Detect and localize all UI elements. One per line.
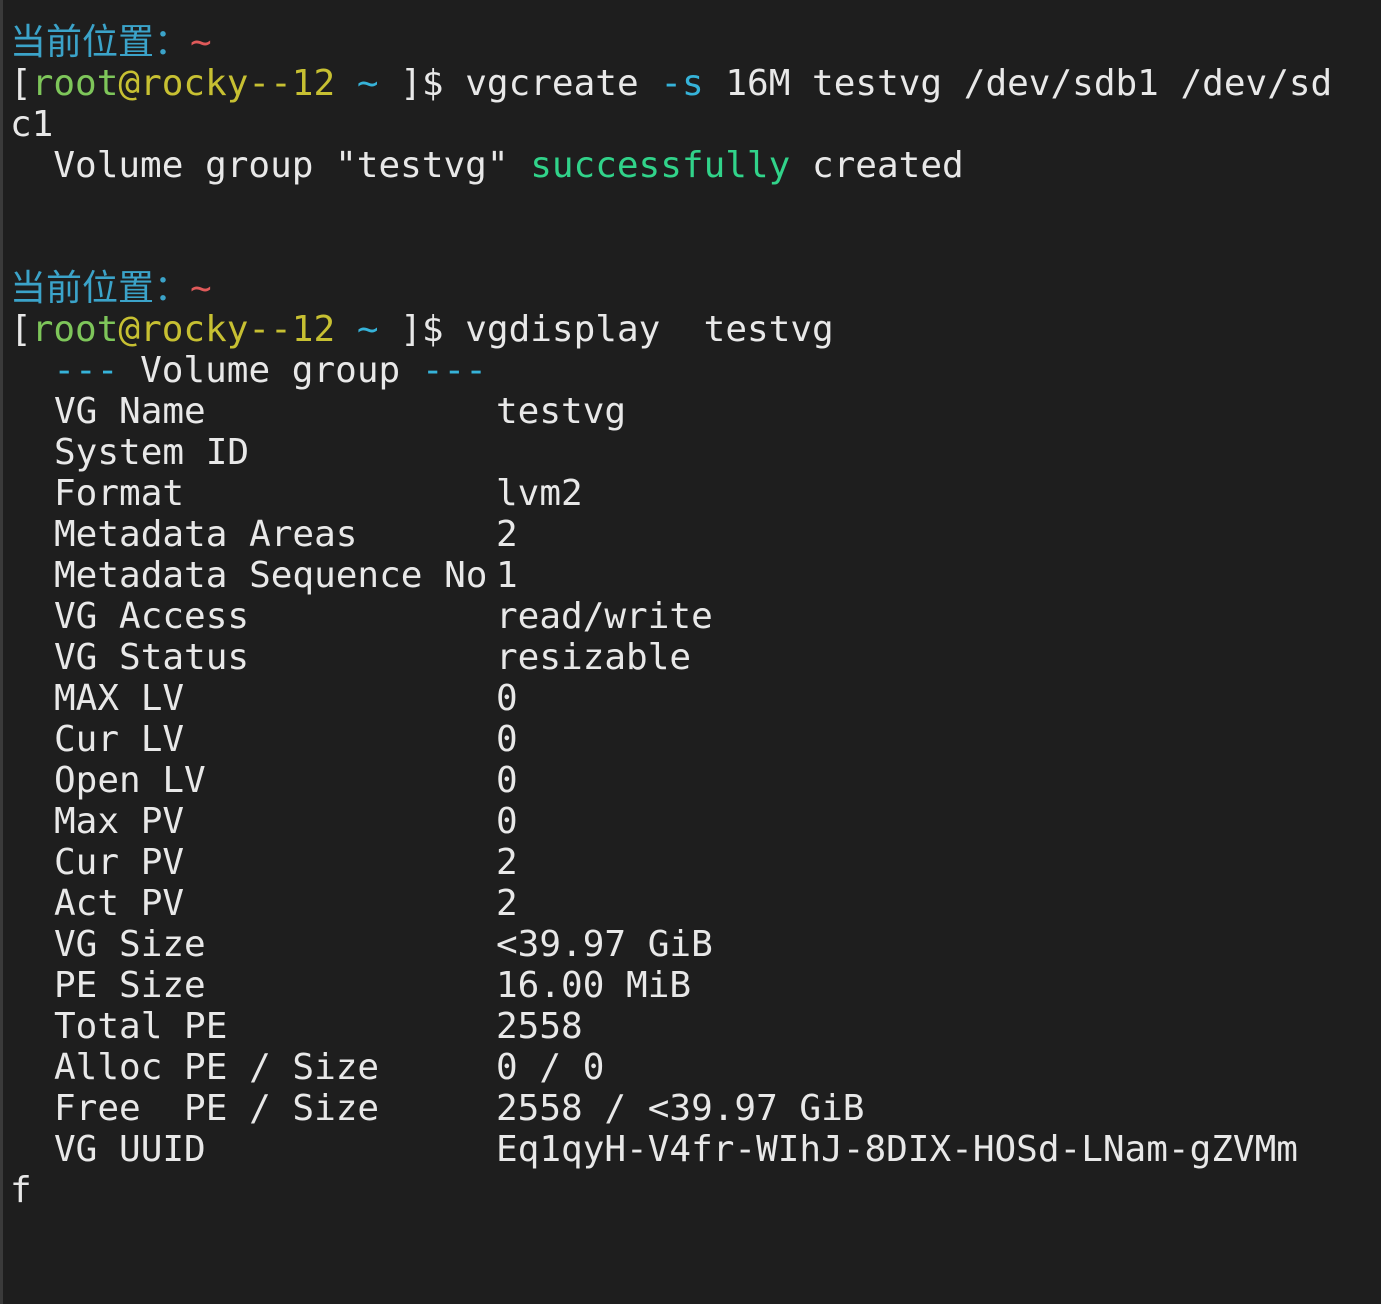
command-line-vgcreate: [root@rocky--12 ~ ]$ vgcreate -s 16M tes…: [10, 63, 1370, 104]
vg-row: Total PE 2558: [10, 1006, 1370, 1047]
vg-header-dashes-right: ---: [421, 350, 487, 391]
command-line-vgdisplay: [root@rocky--12 ~ ]$ vgdisplay testvg: [10, 309, 1370, 350]
vg-row-value: read/write: [496, 596, 713, 637]
vg-table: VG Name testvg System ID Format lvm2 Metad…: [10, 391, 1370, 1170]
vg-row-value: resizable: [496, 637, 692, 678]
vg-row-key: Format: [54, 473, 185, 514]
vg-row: Cur PV 2: [10, 842, 1370, 883]
vg-row-value: 2558: [496, 1006, 583, 1047]
prompt-bracket-open: [: [10, 63, 32, 104]
vg-row-key: System ID: [54, 432, 250, 473]
vg-row-value: Eq1qyH-V4fr-WIhJ-8DIX-HOSd-LNam-gZVMm: [496, 1129, 1298, 1170]
vg-row: PE Size 16.00 MiB: [10, 965, 1370, 1006]
vg-row-value: 2: [496, 883, 518, 924]
vg-row-key: Act PV: [54, 883, 185, 924]
vg-row-key: Alloc PE / Size: [54, 1047, 380, 1088]
vg-row-key: Metadata Sequence No: [54, 555, 488, 596]
location-value: ~: [190, 268, 212, 309]
vg-row-key: Metadata Areas: [54, 514, 358, 555]
vg-row-key: VG Access: [54, 596, 250, 637]
vg-header: --- Volume group ---: [10, 350, 1370, 391]
vg-row-value: testvg: [496, 391, 627, 432]
vg-row-value: 0: [496, 801, 518, 842]
command-name: vgdisplay: [465, 309, 661, 350]
output-success: successfully: [530, 145, 791, 186]
prompt-host: @rocky--12: [118, 309, 336, 350]
vg-row: VG Access read/write: [10, 596, 1370, 637]
vg-row-value: 0: [496, 760, 518, 801]
prompt-bracket-close: ]$: [378, 63, 444, 104]
vg-row-value: 2558 / <39.97 GiB: [496, 1088, 865, 1129]
window-left-border: [0, 0, 3, 1304]
vg-row: Act PV 2: [10, 883, 1370, 924]
vg-row-key: Max PV: [54, 801, 185, 842]
vg-row: Alloc PE / Size 0 / 0: [10, 1047, 1370, 1088]
vg-row-value: 0 / 0: [496, 1047, 605, 1088]
vg-row: Metadata Sequence No 1: [10, 555, 1370, 596]
prompt-user: root: [31, 309, 119, 350]
vg-header-dashes-left: ---: [53, 350, 119, 391]
vg-row: Metadata Areas 2: [10, 514, 1370, 555]
vg-row-key: VG Name: [54, 391, 206, 432]
vg-row: Cur LV 0: [10, 719, 1370, 760]
vg-row-value: 2: [496, 514, 518, 555]
vg-row-key: VG UUID: [54, 1129, 206, 1170]
vg-row-value: <39.97 GiB: [496, 924, 713, 965]
vg-row-key: Cur PV: [54, 842, 185, 883]
vg-row: VG Name testvg: [10, 391, 1370, 432]
command-wrap: c1: [10, 104, 54, 145]
vg-row-key: Cur LV: [54, 719, 185, 760]
prompt-bracket-open: [: [10, 309, 32, 350]
vg-row-key: MAX LV: [54, 678, 185, 719]
command-args: 16M testvg /dev/sdb1 /dev/sd: [725, 63, 1333, 104]
output-suffix: created: [790, 145, 964, 186]
vg-row: VG UUID Eq1qyH-V4fr-WIhJ-8DIX-HOSd-LNam-g…: [10, 1129, 1370, 1170]
vg-row-value: 2: [496, 842, 518, 883]
vg-row: VG Size <39.97 GiB: [10, 924, 1370, 965]
vg-row-key: PE Size: [54, 965, 206, 1006]
prompt-cwd: ~: [356, 63, 379, 104]
command-name: vgcreate: [465, 63, 639, 104]
location-label: 当前位置：: [10, 22, 191, 63]
vg-row-value: 0: [496, 719, 518, 760]
vg-row: Open LV 0: [10, 760, 1370, 801]
vg-row: MAX LV 0: [10, 678, 1370, 719]
vg-row: System ID: [10, 432, 1370, 473]
vg-row-key: Open LV: [54, 760, 206, 801]
vg-row: Format lvm2: [10, 473, 1370, 514]
location-line: 当前位置：~: [10, 268, 1370, 309]
location-label: 当前位置：: [10, 268, 191, 309]
vg-row: VG Status resizable: [10, 637, 1370, 678]
vg-row-value: 1: [496, 555, 518, 596]
vg-row-key: Total PE: [54, 1006, 228, 1047]
vg-row-key: VG Size: [54, 924, 206, 965]
location-line: 当前位置：~: [10, 22, 1370, 63]
vg-row-value: lvm2: [496, 473, 583, 514]
vg-row-key: VG Status: [54, 637, 250, 678]
vgcreate-output: Volume group "testvg" successfully creat…: [10, 145, 1370, 186]
output-prefix: Volume group "testvg": [53, 145, 531, 186]
prompt-cwd: ~: [356, 309, 379, 350]
prompt-bracket-close: ]$: [378, 309, 444, 350]
command-args: testvg: [682, 309, 834, 350]
prompt-user: root: [31, 63, 119, 104]
vg-row-key: Free PE / Size: [54, 1088, 380, 1129]
vg-row: Free PE / Size 2558 / <39.97 GiB: [10, 1088, 1370, 1129]
location-value: ~: [190, 22, 212, 63]
command-flag: -s: [660, 63, 704, 104]
vg-row: Max PV 0: [10, 801, 1370, 842]
vg-header-title: Volume group: [140, 350, 401, 391]
uuid-wrap: f: [10, 1170, 32, 1211]
prompt-host: @rocky--12: [118, 63, 336, 104]
vg-row-value: 0: [496, 678, 518, 719]
terminal-output[interactable]: 当前位置：~ [root@rocky--12 ~ ]$ vgcreate -s …: [10, 22, 1370, 1211]
vg-row-value: 16.00 MiB: [496, 965, 692, 1006]
